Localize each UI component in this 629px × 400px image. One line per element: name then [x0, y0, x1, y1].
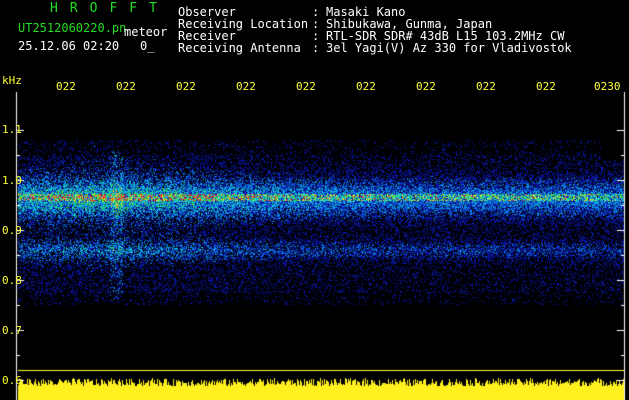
y-tick-label: 0.9	[2, 224, 22, 237]
field-label-antenna: Receiving Antenna	[178, 41, 301, 55]
y-tick-label: 0.7	[2, 324, 22, 337]
mode-label: meteor	[124, 25, 168, 39]
x-tick-label: 022	[416, 80, 436, 93]
x-tick-label: 0230	[594, 80, 621, 93]
field-value-antenna: 3el Yagi(V) Az 330 for Vladivostok	[326, 41, 572, 55]
filename-label: UT2512060220.pn	[18, 21, 127, 35]
y-tick-label: 0.8	[2, 274, 22, 287]
x-tick-label: 022	[116, 80, 136, 93]
y-tick-label: 1.0	[2, 174, 22, 187]
datetime-label: 25.12.06 02:20	[18, 39, 120, 53]
x-tick-label: 022	[476, 80, 496, 93]
x-tick-label: 022	[236, 80, 256, 93]
y-tick-label: 0.6	[2, 374, 22, 387]
x-tick-label: 022	[56, 80, 76, 93]
x-tick-label: 022	[176, 80, 196, 93]
y-tick-label: 1.1	[2, 123, 22, 136]
y-axis-unit: kHz	[2, 74, 22, 87]
field-sep: :	[312, 41, 320, 55]
spectrogram-canvas	[0, 0, 629, 400]
x-tick-label: 022	[356, 80, 376, 93]
x-tick-label: 022	[296, 80, 316, 93]
app-brand: HROFFT	[50, 1, 169, 16]
counter-label: 0_	[140, 39, 155, 53]
x-tick-label: 022	[536, 80, 556, 93]
